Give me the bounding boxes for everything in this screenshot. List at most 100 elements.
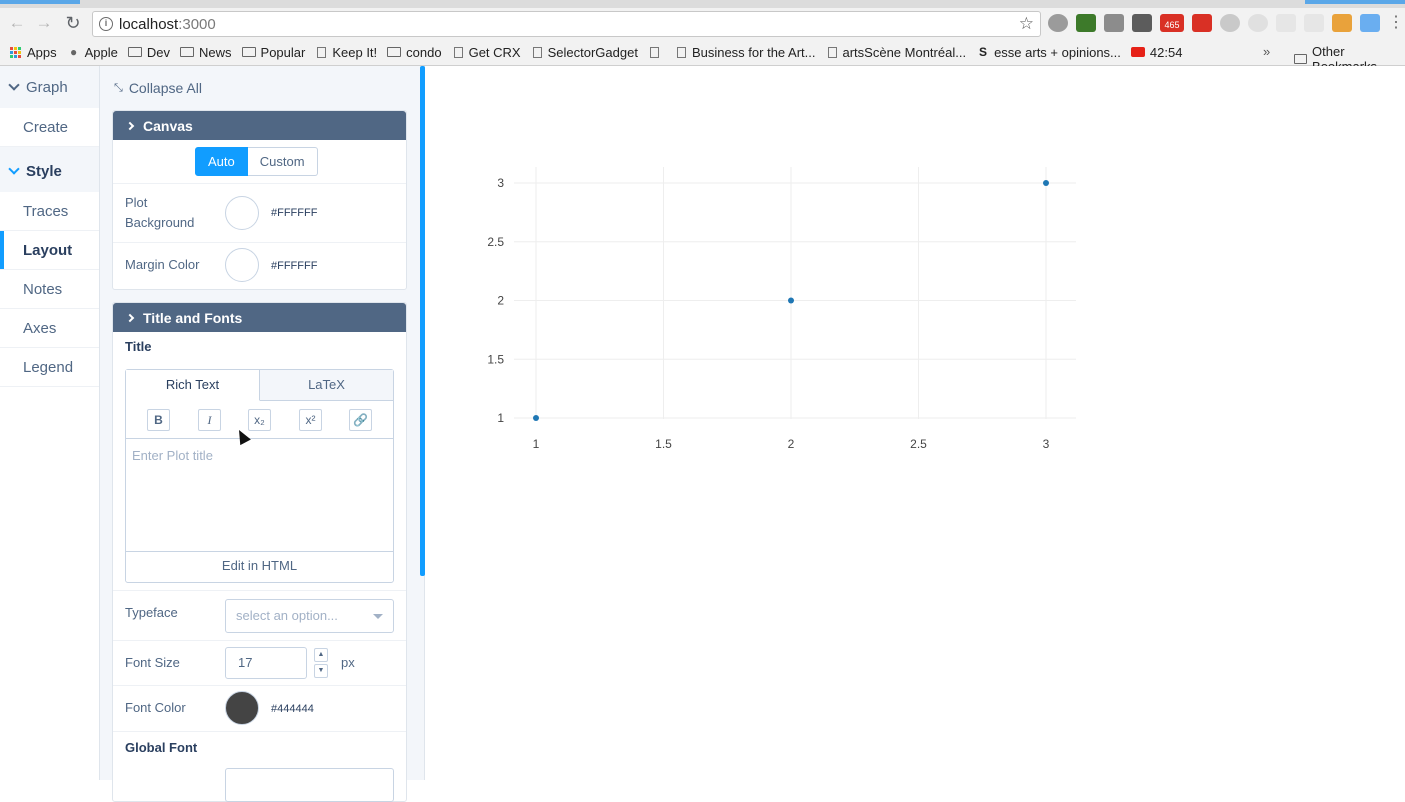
hammer-extension-icon[interactable] <box>1332 14 1352 32</box>
evernote-extension-icon[interactable] <box>1132 14 1152 32</box>
title-label: Title <box>125 339 152 354</box>
font-color-label: Font Color <box>125 700 186 715</box>
sidebar-item-axes[interactable]: Axes <box>0 309 99 348</box>
youtube-icon <box>1130 47 1145 57</box>
edit-in-html-button[interactable]: Edit in HTML <box>126 552 393 581</box>
bookmark-untitled[interactable] <box>648 46 665 58</box>
bookmark-popular[interactable]: Popular <box>241 45 305 60</box>
menu-dots-icon[interactable]: ⋮ <box>1388 14 1404 32</box>
data-point <box>533 415 539 421</box>
shield-extension-icon[interactable] <box>1360 14 1380 32</box>
sidebar-item-notes[interactable]: Notes <box>0 270 99 309</box>
bookmark-star-icon[interactable]: ☆ <box>1019 14 1034 34</box>
canvas-section: Canvas Auto Custom Plot Background #FFFF… <box>112 110 407 290</box>
page-icon <box>676 46 686 58</box>
cast-extension-icon[interactable] <box>1304 14 1324 32</box>
folder-icon <box>241 47 256 57</box>
tab-rich-text[interactable]: Rich Text <box>126 370 260 401</box>
margin-color-swatch[interactable] <box>225 248 259 282</box>
format-toolbar: B I x₂ x² 🔗 <box>126 401 393 439</box>
page-icon <box>453 46 463 58</box>
sidebar-item-create[interactable]: Create <box>0 108 99 147</box>
bookmark-youtube[interactable]: 42:54 <box>1130 45 1182 60</box>
bookmark-condo[interactable]: condo <box>387 45 442 60</box>
page-icon <box>827 46 837 58</box>
folder-icon <box>180 47 195 57</box>
sidebar: Graph Create Style Traces Layout Notes A… <box>0 66 100 787</box>
panel-scrollbar[interactable] <box>420 66 425 576</box>
y-tick-label: 1.5 <box>487 352 504 366</box>
url-text: localhost:3000 <box>119 16 216 33</box>
x-tick-label: 1.5 <box>655 437 672 451</box>
increment-button[interactable]: ▲ <box>314 648 328 662</box>
bookmark-artsscene[interactable]: artsScène Montréal... <box>826 45 966 60</box>
editor-app: Graph Create Style Traces Layout Notes A… <box>0 66 1405 802</box>
gmail-badge-icon[interactable]: 465 <box>1160 14 1184 32</box>
y-tick-label: 2 <box>497 294 504 308</box>
font-size-label: Font Size <box>125 655 180 670</box>
plot-area: 1 1.5 2 2.5 3 1 1.5 2 2.5 3 <box>426 66 1405 780</box>
bold-button[interactable]: B <box>147 409 170 431</box>
data-point <box>788 297 794 304</box>
page-icon <box>317 46 327 58</box>
title-rich-text-editor: Rich Text LaTeX B I x₂ x² 🔗 Enter Plot t… <box>125 369 394 583</box>
global-typeface-select[interactable] <box>225 768 394 802</box>
address-bar[interactable]: i localhost:3000 ☆ <box>92 11 1041 37</box>
bw-extension-icon[interactable] <box>1076 14 1096 32</box>
tab-strip[interactable] <box>0 0 1405 8</box>
scatter-chart[interactable]: 1 1.5 2 2.5 3 1 1.5 2 2.5 3 <box>426 66 1405 780</box>
collapse-all-button[interactable]: ⤡ Collapse All <box>114 80 202 96</box>
title-fonts-header[interactable]: Title and Fonts <box>113 303 406 332</box>
red-extension-icon[interactable] <box>1192 14 1212 32</box>
bookmark-esse[interactable]: Sesse arts + opinions... <box>976 45 1121 60</box>
bookmark-news[interactable]: News <box>180 45 232 60</box>
forward-icon[interactable]: → <box>33 12 55 34</box>
bookmark-business-arts[interactable]: Business for the Art... <box>675 45 816 60</box>
subscript-button[interactable]: x₂ <box>248 409 271 431</box>
bug-extension-icon[interactable] <box>1104 14 1124 32</box>
bookmark-selectorgadget[interactable]: SelectorGadget <box>531 45 638 60</box>
sidebar-item-legend[interactable]: Legend <box>0 348 99 387</box>
s-icon: S <box>979 45 988 59</box>
margin-color-hex[interactable]: #FFFFFF <box>271 260 317 272</box>
margin-color-label: Margin Color <box>125 257 200 272</box>
target-extension-icon[interactable] <box>1248 14 1268 32</box>
custom-button[interactable]: Custom <box>247 147 318 176</box>
reload-icon[interactable]: ↻ <box>62 12 84 34</box>
x-tick-label: 2.5 <box>910 437 927 451</box>
window-extension-icon[interactable] <box>1276 14 1296 32</box>
font-size-input[interactable]: 17 <box>225 647 307 679</box>
gear-extension-icon[interactable] <box>1048 14 1068 32</box>
italic-button[interactable]: I <box>198 409 221 431</box>
circle-extension-icon[interactable] <box>1220 14 1240 32</box>
bookmark-dev[interactable]: Dev <box>127 45 170 60</box>
sidebar-item-traces[interactable]: Traces <box>0 192 99 231</box>
canvas-header[interactable]: Canvas <box>113 111 406 140</box>
sidebar-group-graph[interactable]: Graph <box>0 66 99 108</box>
decrement-button[interactable]: ▼ <box>314 664 328 678</box>
title-fonts-section: Title and Fonts Title Rich Text LaTeX B … <box>112 302 407 802</box>
bookmark-apps[interactable]: Apps <box>10 45 57 60</box>
font-color-hex[interactable]: #444444 <box>271 703 314 715</box>
plot-background-swatch[interactable] <box>225 196 259 230</box>
info-icon[interactable]: i <box>99 17 113 31</box>
auto-button[interactable]: Auto <box>195 147 248 176</box>
back-icon[interactable]: ← <box>6 12 28 34</box>
folder-icon <box>127 47 142 57</box>
font-color-swatch[interactable] <box>225 691 259 725</box>
extension-icons: 465 ⋮ <box>1048 14 1404 34</box>
bookmark-get-crx[interactable]: Get CRX <box>452 45 521 60</box>
style-panel: ⤡ Collapse All Canvas Auto Custom Plot Ba… <box>100 66 425 802</box>
apps-icon <box>10 46 21 58</box>
superscript-button[interactable]: x² <box>299 409 322 431</box>
bookmark-keep-it[interactable]: Keep It! <box>315 45 377 60</box>
link-button[interactable]: 🔗 <box>349 409 372 431</box>
sidebar-item-layout[interactable]: Layout <box>0 231 99 270</box>
sidebar-group-style[interactable]: Style <box>0 150 99 192</box>
apple-icon: ● <box>70 45 78 59</box>
typeface-select[interactable]: select an option... <box>225 599 394 633</box>
bookmark-apple[interactable]: ● Apple <box>67 45 118 60</box>
plot-background-hex[interactable]: #FFFFFF <box>271 207 317 219</box>
tab-latex[interactable]: LaTeX <box>260 370 393 400</box>
title-input[interactable]: Enter Plot title <box>126 439 393 552</box>
